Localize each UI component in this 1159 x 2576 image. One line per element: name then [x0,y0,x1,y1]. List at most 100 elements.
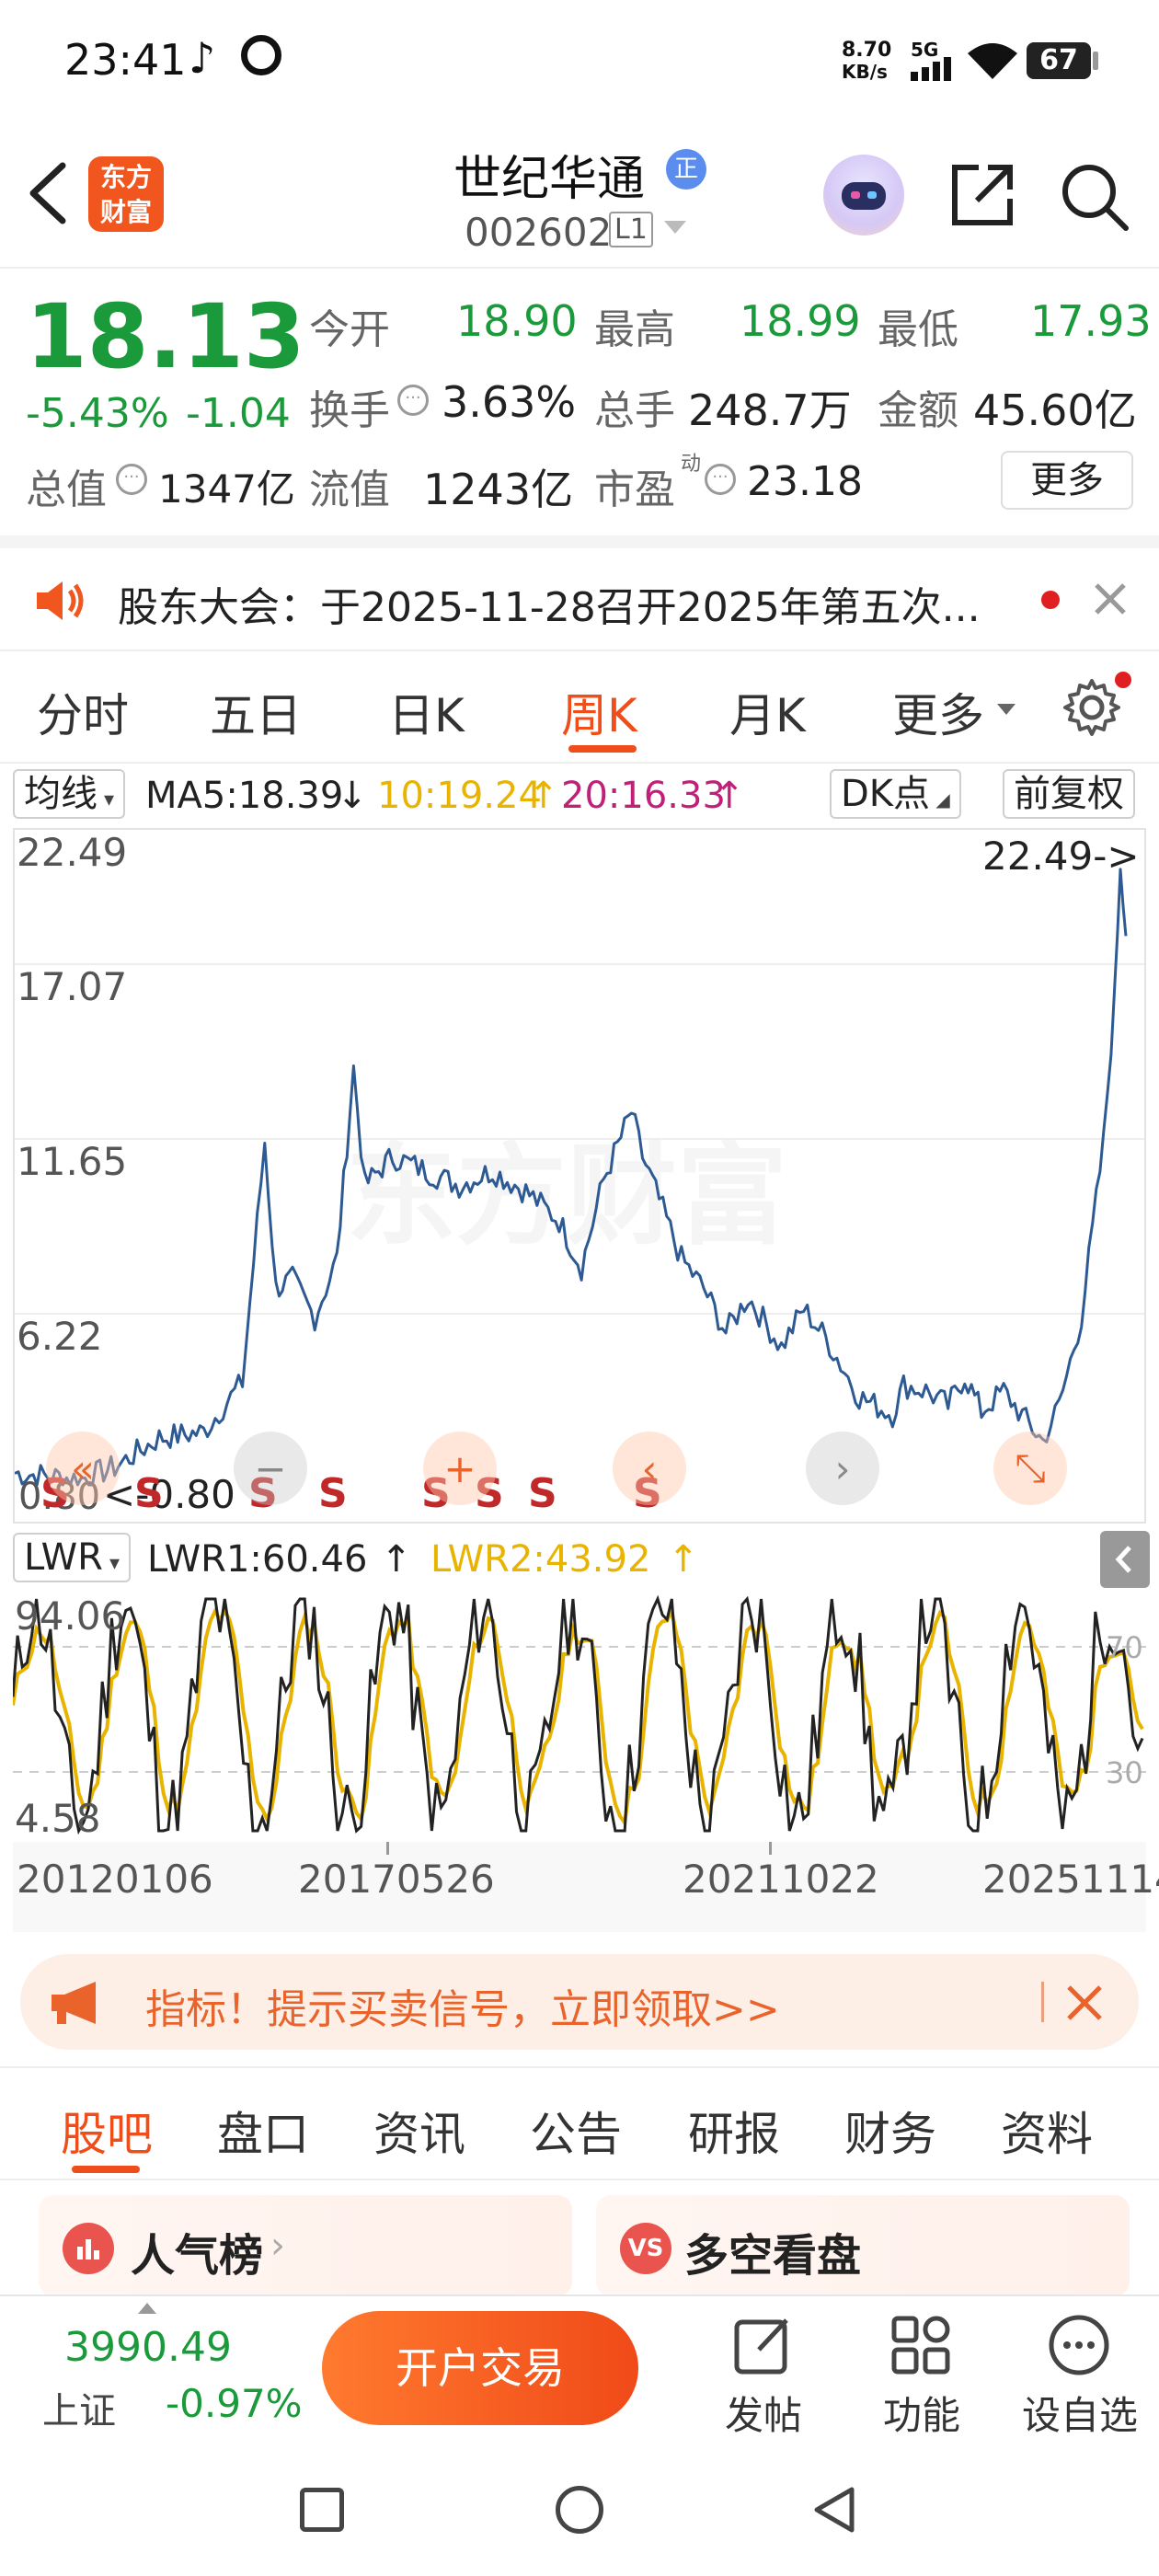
open-value: 18.90 [456,296,578,346]
change-value: -1.04 [186,390,291,437]
sell-signal-mark: S [318,1470,348,1517]
x-tick [386,1842,389,1855]
settings-gear-icon[interactable] [1061,677,1122,742]
tab-order-book[interactable]: 盘口 [217,2098,309,2164]
functions-icon[interactable] [889,2313,953,2381]
index-up-caret-icon [138,2300,156,2317]
level-badge[interactable]: L1 [609,212,653,247]
tab-profile[interactable]: 资料 [1001,2098,1093,2164]
post-icon[interactable] [731,2313,796,2381]
chart-period-tabs: 分时 五日 日K 周K 月K 更多 [0,651,1159,762]
more-button[interactable]: 更多 [1001,451,1133,510]
lwr-select[interactable]: LWR ▾ [13,1533,132,1582]
y-label-top: 22.49 [17,830,128,875]
back-icon[interactable] [20,156,75,230]
add-watchlist-label[interactable]: 设自选 [1016,2385,1144,2441]
ma20-arrow: ↑ [714,775,745,817]
x-tick [769,1842,772,1855]
tab-intraday[interactable]: 分时 [37,679,129,745]
lwr-ref-30-label: 30 [1106,1755,1143,1790]
low-value: 17.93 [1030,296,1152,346]
post-label[interactable]: 发帖 [699,2385,828,2441]
x-axis: 20120106 20170526 20211022 20251114 [13,1842,1159,1932]
bull-bear-card[interactable]: VS 多空看盘 [596,2195,1130,2296]
y-label-3: 11.65 [17,1139,128,1184]
promo-close-icon[interactable] [1065,1984,1104,2026]
scroll-right-button[interactable]: › [806,1432,879,1505]
stock-name: 世纪华通 [453,152,646,207]
scroll-far-left-button[interactable]: « [46,1432,120,1505]
tab-news[interactable]: 资讯 [373,2098,465,2164]
price-line-svg [15,868,1144,1487]
ma10-value: 10:19.24 [377,775,542,817]
pe-info-icon[interactable]: ··· [705,464,736,495]
tab-five-day[interactable]: 五日 [210,679,302,745]
scroll-left-button[interactable]: ‹ [613,1432,686,1505]
forward-adjust-button[interactable]: 前复权 [1003,769,1135,819]
x-label-1: 20120106 [17,1857,213,1902]
promo-separator [1041,1982,1044,2022]
pe-value: 23.18 [747,458,863,505]
content-tab-underline [72,2166,140,2173]
search-icon[interactable] [1058,160,1131,237]
add-watchlist-icon[interactable] [1047,2313,1111,2381]
total-value-info-icon[interactable]: ··· [116,464,147,495]
lwr-y-bottom: 4.58 [15,1796,101,1841]
zoom-out-button[interactable]: − [234,1432,307,1505]
price-chart[interactable]: 东方财富 22.49 17.07 11.65 6.22 22.49-> 0.80… [13,828,1146,1524]
tab-announcements[interactable]: 公告 [530,2098,622,2164]
stock-header: 东方 财富 世纪华通 正 002602 L1 [0,129,1159,267]
recent-apps-icon[interactable] [300,2488,344,2532]
amount-label: 金额 [878,387,958,434]
logo-text-top: 东方 [99,162,152,192]
lwr1-arrow: ↑ [381,1538,412,1581]
tab-stock-forum[interactable]: 股吧 [61,2098,153,2164]
lwr-select-label: LWR [24,1536,103,1579]
share-icon[interactable] [947,160,1017,234]
zoom-in-button[interactable]: + [423,1432,497,1505]
turnover-info-icon[interactable]: ··· [397,385,429,416]
promo-text[interactable]: 指标！提示买卖信号，立即领取>> [145,1976,780,2035]
active-tab-underline [568,745,637,753]
popularity-label: 人气榜 [131,2230,264,2282]
popularity-card[interactable]: 人气榜 › [39,2195,572,2296]
x-label-2: 20170526 [298,1857,495,1902]
megaphone-icon [48,1980,109,2030]
tab-more-dropdown-icon[interactable] [997,703,1016,720]
home-icon[interactable] [556,2486,603,2534]
collapse-panel-icon[interactable] [1100,1531,1150,1588]
robot-assistant-icon[interactable] [823,155,904,236]
fullscreen-button[interactable]: ⤡ [993,1432,1067,1505]
tab-financials[interactable]: 财务 [844,2098,936,2164]
tab-weekly-k[interactable]: 周K [561,679,637,745]
notice-text[interactable]: 股东大会：于2025-11-28召开2025年第五次... [118,574,981,633]
index-value[interactable]: 3990.49 [64,2324,232,2371]
sell-signal-mark: S [528,1470,557,1517]
content-tabs: 股吧 盘口 资讯 公告 研报 财务 资料 [0,2068,1159,2179]
dk-point-button[interactable]: DK点 ◢ [830,769,961,819]
notice-bar[interactable]: 股东大会：于2025-11-28召开2025年第五次... [0,548,1159,650]
tab-daily-k[interactable]: 日K [388,679,465,745]
promo-banner[interactable]: 指标！提示买卖信号，立即领取>> [20,1954,1139,2050]
settings-notification-dot [1115,672,1131,688]
tab-monthly-k[interactable]: 月K [729,679,806,745]
back-nav-icon[interactable] [811,2486,857,2537]
ma-indicator-bar: 均线 ▾ MA5:18.39 ↓ 10:19.24 ↑ 20:16.33 ↑ D… [0,764,1159,828]
tab-more[interactable]: 更多 [892,679,984,745]
functions-label[interactable]: 功能 [857,2385,986,2441]
lwr-chart[interactable]: 94.06 4.58 70 30 [13,1592,1146,1842]
bottom-toolbar: 3990.49 上证 -0.97% 开户交易 发帖 功能 设自选 [0,2294,1159,2442]
notice-close-icon[interactable] [1093,581,1128,620]
tab-research[interactable]: 研报 [688,2098,780,2164]
max-price-marker: 22.49-> [982,834,1140,879]
volume-label: 总手 [594,387,675,434]
y-label-2: 17.07 [17,964,128,1009]
app-notify-icon [241,35,281,75]
level-dropdown-icon[interactable] [664,221,686,241]
status-bar: 23:41 ♪ 8.70 KB/s 5G 67 [0,0,1159,129]
ma-select[interactable]: 均线 ▾ [13,769,126,819]
ma10-arrow: ↑ [528,775,559,817]
high-label: 最高 [594,306,675,353]
dk-point-label: DK点 [841,773,931,815]
open-account-trade-button[interactable]: 开户交易 [322,2311,638,2425]
